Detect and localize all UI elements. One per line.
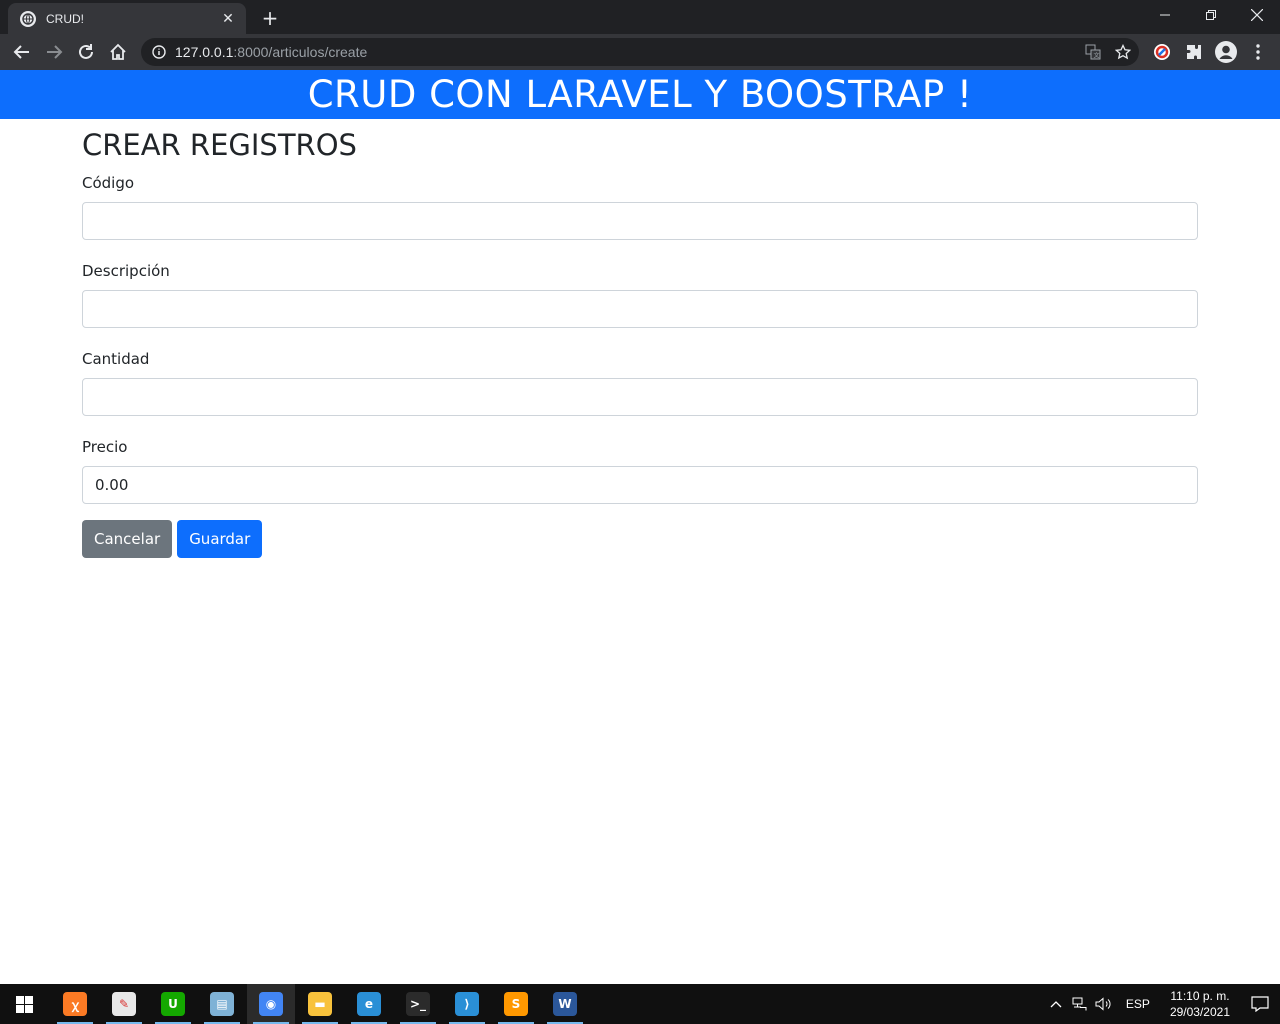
notepad-icon: ▤ <box>210 992 234 1016</box>
form-container: CREAR REGISTROS Código Descripción Canti… <box>82 128 1198 558</box>
url-path: :8000/articulos/create <box>233 44 368 60</box>
page-content: CRUD CON LARAVEL Y BOOSTRAP ! CREAR REGI… <box>0 70 1280 984</box>
extension-shield-icon[interactable] <box>1150 40 1174 64</box>
clock-date: 29/03/2021 <box>1169 1005 1230 1019</box>
profile-avatar-icon[interactable] <box>1214 40 1238 64</box>
window-controls <box>1142 0 1280 30</box>
tab-title: CRUD! <box>46 11 84 26</box>
chevron-up-icon[interactable] <box>1044 984 1068 1024</box>
edge-icon: e <box>357 992 381 1016</box>
cancel-button[interactable]: Cancelar <box>82 519 173 558</box>
bookmark-star-icon[interactable] <box>1113 42 1133 62</box>
taskbar-app-edge[interactable]: e <box>345 984 393 1024</box>
clock[interactable]: 11:10 p. m. 29/03/2021 <box>1160 988 1240 1020</box>
descripcion-group: Descripción <box>82 262 1198 328</box>
extension-icons <box>1150 40 1270 64</box>
paint-icon: ✎ <box>112 992 136 1016</box>
extensions-puzzle-icon[interactable] <box>1182 40 1206 64</box>
page-title: CREAR REGISTROS <box>82 128 357 162</box>
restore-icon[interactable] <box>1188 0 1234 30</box>
volume-icon[interactable] <box>1092 984 1116 1024</box>
precio-label: Precio <box>82 437 128 456</box>
chrome-icon: ◉ <box>259 992 283 1016</box>
cantidad-label: Cantidad <box>82 349 150 368</box>
menu-kebab-icon[interactable] <box>1246 40 1270 64</box>
taskbar-app-paint[interactable]: ✎ <box>100 984 148 1024</box>
reload-icon[interactable] <box>72 38 100 66</box>
browser-tab-strip: CRUD! ✕ + <box>0 0 1280 34</box>
back-arrow-icon[interactable] <box>8 38 36 66</box>
descripcion-label: Descripción <box>82 261 170 280</box>
codigo-label: Código <box>82 173 135 192</box>
minimize-icon[interactable] <box>1142 0 1188 30</box>
tab-close-icon[interactable]: ✕ <box>220 11 236 27</box>
forward-arrow-icon[interactable] <box>40 38 68 66</box>
address-bar[interactable]: 127.0.0.1:8000/articulos/create 文 <box>141 38 1139 66</box>
windows-start-icon[interactable] <box>0 984 48 1024</box>
terminal-icon: >_ <box>406 992 430 1016</box>
taskbar-app-sublime-text[interactable]: S <box>492 984 540 1024</box>
save-button[interactable]: Guardar <box>177 519 263 558</box>
globe-icon <box>20 10 36 27</box>
clock-time: 11:10 p. m. <box>1170 989 1230 1003</box>
word-icon: W <box>553 992 577 1016</box>
create-article-form: Código Descripción Cantidad Precio Cance… <box>82 174 1198 558</box>
descripcion-input[interactable] <box>82 289 1198 328</box>
svg-text:文: 文 <box>1094 52 1100 60</box>
taskbar-app-vscode[interactable]: ⟩ <box>443 984 491 1024</box>
form-actions: Cancelar Guardar <box>82 519 1198 558</box>
taskbar-app-upwork[interactable]: U <box>149 984 197 1024</box>
translate-icon[interactable]: 文 <box>1083 42 1103 62</box>
taskbar-app-word[interactable]: W <box>541 984 589 1024</box>
sublime-text-icon: S <box>504 992 528 1016</box>
xampp-icon: ꭓ <box>63 992 87 1016</box>
vscode-icon: ⟩ <box>455 992 479 1016</box>
taskbar-app-xampp[interactable]: ꭓ <box>51 984 99 1024</box>
header-banner: CRUD CON LARAVEL Y BOOSTRAP ! <box>0 70 1280 119</box>
system-tray: ESP 11:10 p. m. 29/03/2021 <box>1044 984 1280 1024</box>
new-tab-button[interactable]: + <box>258 6 282 30</box>
upwork-icon: U <box>161 992 185 1016</box>
notification-center-icon[interactable] <box>1240 984 1280 1024</box>
cantidad-group: Cantidad <box>82 350 1198 416</box>
codigo-group: Código <box>82 174 1198 240</box>
browser-toolbar: 127.0.0.1:8000/articulos/create 文 <box>0 34 1280 70</box>
browser-tab[interactable]: CRUD! ✕ <box>8 3 246 34</box>
file-explorer-icon: ▬ <box>308 992 332 1016</box>
banner-title: CRUD CON LARAVEL Y BOOSTRAP ! <box>307 73 973 116</box>
taskbar-app-file-explorer[interactable]: ▬ <box>296 984 344 1024</box>
network-icon[interactable] <box>1068 984 1092 1024</box>
url-host: 127.0.0.1 <box>175 44 234 60</box>
cantidad-input[interactable] <box>82 377 1198 416</box>
precio-input[interactable] <box>82 465 1198 504</box>
close-window-icon[interactable] <box>1234 0 1280 30</box>
omnibox-actions: 文 <box>1083 42 1133 62</box>
input-language[interactable]: ESP <box>1116 997 1160 1011</box>
precio-group: Precio <box>82 438 1198 504</box>
codigo-input[interactable] <box>82 201 1198 240</box>
taskbar-app-terminal[interactable]: >_ <box>394 984 442 1024</box>
windows-taskbar: ꭓ ✎ U ▤ ◉ ▬ e >_ ⟩ S W ESP 11:10 p. m. 29/03/2021 <box>0 984 1280 1024</box>
url-text: 127.0.0.1:8000/articulos/create <box>175 44 367 60</box>
taskbar-app-chrome[interactable]: ◉ <box>247 984 295 1024</box>
taskbar-app-notepad[interactable]: ▤ <box>198 984 246 1024</box>
site-info-icon[interactable] <box>151 44 167 60</box>
home-icon[interactable] <box>104 38 132 66</box>
